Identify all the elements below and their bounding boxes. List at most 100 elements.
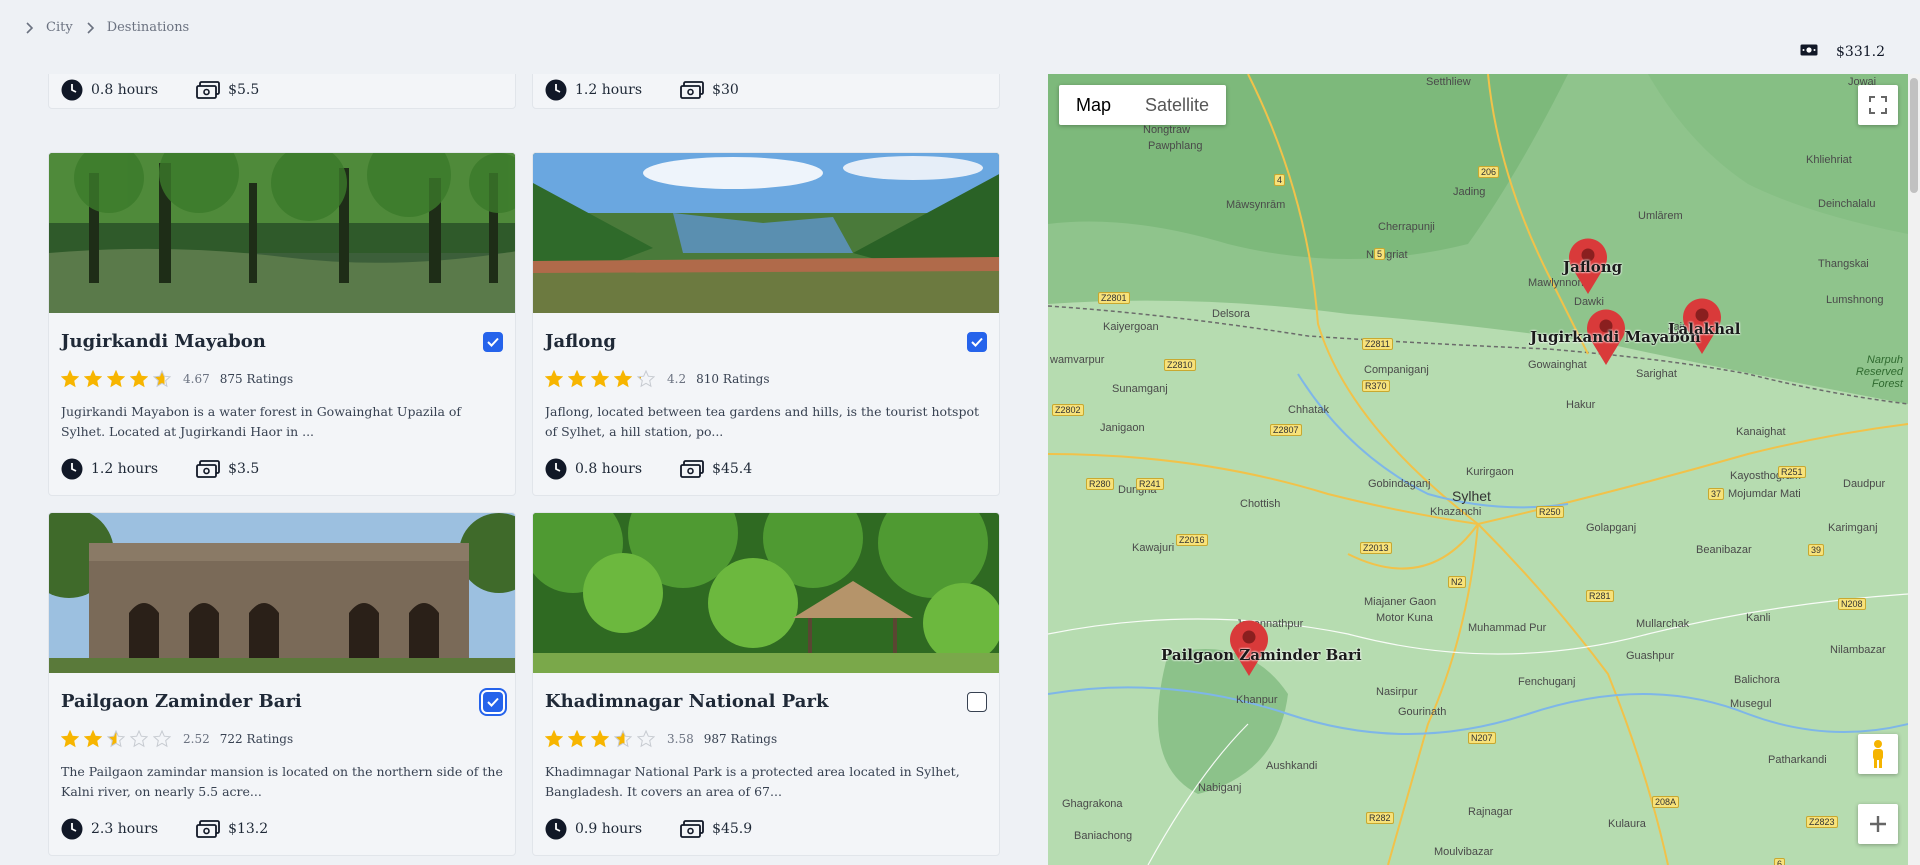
card-title: Jugirkandi Mayabon [61, 331, 266, 352]
road-shield: Z2810 [1164, 359, 1196, 371]
star-icon [545, 730, 563, 748]
destination-card-pailgaon-zaminder-bari[interactable]: Pailgaon Zaminder Bari 2.52 722 Ratings … [48, 512, 516, 856]
destination-card-khadimnagar-national-park[interactable]: Khadimnagar National Park 3.58 987 Ratin… [532, 512, 1000, 856]
card-description: Khadimnagar National Park is a protected… [545, 764, 960, 799]
select-checkbox[interactable] [967, 691, 987, 712]
road-shield: N207 [1468, 732, 1496, 744]
road-shield: 37 [1708, 488, 1725, 500]
money-icon [196, 81, 220, 99]
zoom-in-button[interactable] [1858, 804, 1898, 844]
ratings-count: 987 Ratings [703, 732, 778, 746]
place-label: Nongtraw [1143, 124, 1191, 136]
destination-image [49, 513, 515, 673]
street-view-button[interactable] [1858, 734, 1898, 774]
star-icon [637, 370, 655, 388]
road-shield: R282 [1366, 812, 1394, 824]
destination-card[interactable]: 0.8 hours $5.5 [48, 74, 516, 109]
select-checkbox[interactable] [483, 331, 503, 352]
clock-icon [545, 458, 567, 480]
map-tab-satellite[interactable]: Satellite [1128, 85, 1226, 125]
star-rating [61, 730, 171, 748]
place-label: Nabiganj [1198, 782, 1242, 794]
star-icon [84, 730, 102, 748]
money-icon [680, 81, 704, 99]
road-shield: R280 [1086, 478, 1114, 490]
destination-card-list[interactable]: 0.8 hours $5.5 1.2 hours $30 Jugirkandi … [48, 74, 1000, 865]
place-label: Delsora [1212, 308, 1250, 320]
place-label: Gourinath [1398, 706, 1447, 718]
place-label: Khliehriat [1806, 154, 1852, 166]
place-label: Deinchalalu [1818, 198, 1876, 210]
money-icon [196, 460, 220, 478]
cost-text: $45.9 [712, 821, 753, 837]
road-shield: Z2013 [1360, 542, 1392, 554]
place-label: Cherrapunji [1378, 221, 1435, 233]
rating-value: 4.67 [183, 372, 210, 386]
place-label: Musegul [1730, 698, 1772, 710]
road-shield: R251 [1778, 466, 1806, 478]
rating-value: 2.52 [183, 732, 210, 746]
breadcrumb-item-city[interactable]: City [46, 20, 73, 35]
chevron-right-icon [83, 21, 97, 35]
place-label: Thangskai [1818, 258, 1869, 270]
star-rating [545, 730, 655, 748]
place-label: Kanaighat [1736, 426, 1786, 438]
ratings-count: 722 Ratings [219, 732, 294, 746]
destination-image [49, 153, 515, 313]
place-label: Kawajuri [1132, 542, 1175, 554]
star-icon [130, 730, 148, 748]
rating-row: 4.67 875 Ratings [61, 370, 503, 388]
star-icon [568, 730, 586, 748]
select-checkbox[interactable] [483, 691, 503, 712]
place-label: Miajaner Gaon [1364, 596, 1437, 608]
road-shield: 5 [1374, 248, 1386, 260]
scrollbar-thumb[interactable] [1910, 78, 1918, 193]
cost-text: $30 [712, 82, 739, 98]
place-label: Sylhet [1452, 488, 1491, 504]
place-label: Kaiyergoan [1103, 321, 1159, 333]
road-shield: 208A [1652, 796, 1680, 808]
destination-card-jaflong[interactable]: Jaflong 4.2 810 Ratings Jaflong, located… [532, 152, 1000, 496]
map-tab-map[interactable]: Map [1059, 85, 1128, 125]
rating-row: 4.2 810 Ratings [545, 370, 987, 388]
star-icon [591, 730, 609, 748]
star-icon [130, 370, 148, 388]
fullscreen-button[interactable] [1858, 85, 1898, 125]
map-type-control[interactable]: Map Satellite [1059, 85, 1227, 125]
place-label: Kulaura [1608, 818, 1646, 830]
fullscreen-icon [1869, 96, 1887, 114]
duration-text: 0.8 hours [91, 82, 159, 98]
place-label: Khanpur [1236, 694, 1278, 706]
money-icon [680, 820, 704, 838]
pegman-icon [1873, 740, 1883, 768]
place-label: wamvarpur [1050, 354, 1105, 366]
rating-row: 3.58 987 Ratings [545, 730, 987, 748]
place-label: Chhatak [1288, 404, 1329, 416]
ratings-count: 875 Ratings [219, 372, 294, 386]
road-shield: 39 [1808, 544, 1825, 556]
place-label: Sarighat [1636, 368, 1677, 380]
destination-card-jugirkandi-mayabon[interactable]: Jugirkandi Mayabon 4.67 875 Ratings Jugi… [48, 152, 516, 496]
map-view[interactable]: Setthliew Jowai Nongtraw Pawphlang Khlie… [1048, 74, 1908, 865]
page-scrollbar[interactable] [1908, 74, 1920, 865]
money-icon [196, 820, 220, 838]
place-label: Moulvibazar [1434, 846, 1494, 858]
duration-text: 0.9 hours [575, 821, 643, 837]
clock-icon [61, 79, 83, 101]
clock-icon [61, 818, 83, 840]
cash-icon [1800, 44, 1818, 60]
place-label: Baniachong [1074, 830, 1133, 842]
star-icon [84, 370, 102, 388]
place-label: Nilambazar [1830, 644, 1886, 656]
destination-image [533, 153, 999, 313]
destination-card[interactable]: 1.2 hours $30 [532, 74, 1000, 109]
road-shield: R241 [1136, 478, 1164, 490]
chevron-right-icon [22, 21, 36, 35]
budget-amount: $331.2 [1836, 44, 1885, 60]
cost-text: $5.5 [228, 82, 260, 98]
card-title: Pailgaon Zaminder Bari [61, 691, 302, 712]
breadcrumb-item-destinations[interactable]: Destinations [107, 20, 190, 35]
select-checkbox[interactable] [967, 331, 987, 352]
place-label: Patharkandi [1768, 754, 1827, 766]
place-label: Chottish [1240, 498, 1281, 510]
